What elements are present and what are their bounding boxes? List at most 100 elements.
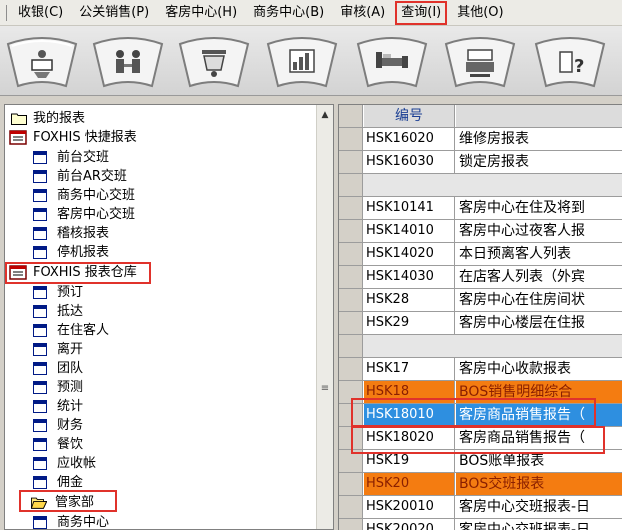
table-row[interactable]: HSK20010 客房中心交班报表-日 [339, 496, 622, 519]
menu-audit[interactable]: 审核(A) [335, 2, 390, 24]
row-selector[interactable] [339, 312, 363, 334]
toolbar-button-help[interactable]: ? [530, 34, 610, 90]
report-code: HSK16030 [364, 151, 455, 173]
row-selector[interactable] [339, 427, 363, 449]
grid-header-row: 编号 [339, 105, 622, 128]
toolbar-button-room[interactable] [352, 34, 432, 90]
table-row[interactable]: HSK28 客房中心在住房间状 [339, 289, 622, 312]
row-selector[interactable] [339, 450, 363, 472]
tree-item-label: 离开 [57, 342, 84, 357]
table-row-group[interactable]: HSK18 BOS销售明细综合 [339, 381, 622, 404]
report-name: 客房中心在住房间状 [459, 292, 585, 308]
report-code: HSK20010 [364, 496, 455, 518]
table-row[interactable]: HSK18020 客房商品销售报告（ [339, 427, 622, 450]
document-icon [33, 381, 47, 394]
tree-item-in-house-guests[interactable]: 在住客人 [33, 321, 313, 340]
tree-item-label: 前台交班 [57, 150, 110, 165]
table-row[interactable]: HSK14010 客房中心过夜客人报 [339, 220, 622, 243]
table-row[interactable]: HSK16030 锁定房报表 [339, 151, 622, 174]
tree-item-foxhis-quick-reports[interactable]: FOXHIS 快捷报表 [9, 128, 309, 147]
tree-item-label: 财务 [57, 418, 84, 433]
tree-item-label: 管家部 [55, 495, 95, 510]
document-icon [33, 476, 47, 489]
column-header-name[interactable] [456, 105, 622, 127]
row-selector[interactable] [339, 496, 363, 518]
table-row[interactable]: HSK17 客房中心收款报表 [339, 358, 622, 381]
tree-item-reservation[interactable]: 预订 [33, 283, 313, 302]
row-selector[interactable] [339, 128, 363, 150]
table-row[interactable]: HSK14030 在店客人列表（外宾 [339, 266, 622, 289]
menu-housekeeping[interactable]: 客房中心(H) [160, 2, 242, 24]
menu-query[interactable]: 查询(I) [395, 0, 448, 25]
tree-item-forecast[interactable]: 预测 [33, 378, 313, 397]
row-selector[interactable] [339, 220, 363, 242]
row-selector[interactable] [339, 289, 363, 311]
scroll-grip-icon[interactable]: ≡ [320, 383, 330, 395]
tree-item-business-center-shift[interactable]: 商务中心交班 [33, 186, 313, 205]
tree-item-departure[interactable]: 离开 [33, 340, 313, 359]
document-icon [33, 170, 47, 183]
document-icon [33, 343, 47, 356]
tree-item-label: 我的报表 [33, 111, 86, 126]
row-selector[interactable] [339, 473, 363, 495]
tree-item-label: 抵达 [57, 304, 84, 319]
menu-sales[interactable]: 公关销售(P) [74, 2, 154, 24]
toolbar-button-report[interactable] [262, 34, 342, 90]
report-code: HSK19 [364, 450, 455, 472]
report-icon [266, 37, 338, 88]
tree-item-front-desk-shift[interactable]: 前台交班 [33, 148, 313, 167]
table-row[interactable]: HSK16020 维修房报表 [339, 128, 622, 151]
scroll-up-icon[interactable]: ▲ [317, 107, 333, 124]
row-selector[interactable] [339, 519, 363, 530]
tree-item-accounts-receivable[interactable]: 应收帐 [33, 454, 313, 473]
tree-item-statistics[interactable]: 统计 [33, 397, 313, 416]
cashier-icon [444, 37, 516, 88]
tree-item-finance[interactable]: 财务 [33, 416, 313, 435]
tree-item-housekeeping-shift[interactable]: 客房中心交班 [33, 205, 313, 224]
menu-cashier[interactable]: 收银(C) [13, 2, 68, 24]
tree-item-housekeeping-department[interactable]: 管家部 [31, 493, 311, 512]
tree-item-label: 餐饮 [57, 437, 84, 452]
tree-scrollbar[interactable]: ▲ ≡ [316, 105, 333, 529]
report-name: 客房中心楼层在住报 [459, 315, 585, 331]
row-selector[interactable] [339, 381, 363, 403]
row-selector [339, 335, 363, 357]
document-icon [33, 227, 47, 240]
row-selector[interactable] [339, 266, 363, 288]
report-code: HSK20020 [364, 519, 455, 530]
table-row[interactable]: HSK19 BOS账单报表 [339, 450, 622, 473]
table-row[interactable]: HSK14020 本日预离客人列表 [339, 243, 622, 266]
tree-item-commission[interactable]: 佣金 [33, 473, 313, 492]
tree-item-downtime-reports[interactable]: 停机报表 [33, 243, 313, 262]
tree-item-group[interactable]: 团队 [33, 359, 313, 378]
toolbar-button-cashier[interactable] [440, 34, 520, 90]
toolbar-button-service[interactable] [174, 34, 254, 90]
table-row-selected[interactable]: HSK18010 客房商品销售报告（ [339, 404, 622, 427]
table-row[interactable]: HSK29 客房中心楼层在住报 [339, 312, 622, 335]
tree-item-arrival[interactable]: 抵达 [33, 302, 313, 321]
row-selector[interactable] [339, 243, 363, 265]
table-row[interactable]: HSK20020 客房中心交班报表-日 [339, 519, 622, 530]
row-selector[interactable] [339, 404, 363, 426]
report-name: 客房商品销售报告（ [459, 430, 585, 446]
tree-item-my-reports[interactable]: 我的报表 [11, 109, 311, 128]
menu-grip [6, 4, 7, 21]
menu-other[interactable]: 其他(O) [452, 2, 508, 24]
tree-item-business-center[interactable]: 商务中心 [33, 513, 313, 529]
tree-item-foxhis-report-warehouse[interactable]: FOXHIS 报表仓库 [9, 263, 309, 282]
document-icon [33, 208, 47, 221]
tree-item-food-beverage[interactable]: 餐饮 [33, 435, 313, 454]
tree-item-label: 统计 [57, 399, 84, 414]
column-header-code[interactable]: 编号 [364, 105, 455, 127]
menu-business-center[interactable]: 商务中心(B) [248, 2, 329, 24]
row-selector[interactable] [339, 151, 363, 173]
table-row[interactable]: HSK10141 客房中心在住及将到 [339, 197, 622, 220]
row-selector[interactable] [339, 358, 363, 380]
table-row-separator [339, 335, 622, 358]
table-row-group[interactable]: HSK20 BOS交班报表 [339, 473, 622, 496]
toolbar-button-reception[interactable] [2, 34, 82, 90]
toolbar-button-people[interactable] [88, 34, 168, 90]
tree-item-audit-reports[interactable]: 稽核报表 [33, 224, 313, 243]
tree-item-front-desk-ar-shift[interactable]: 前台AR交班 [33, 167, 313, 186]
row-selector[interactable] [339, 197, 363, 219]
